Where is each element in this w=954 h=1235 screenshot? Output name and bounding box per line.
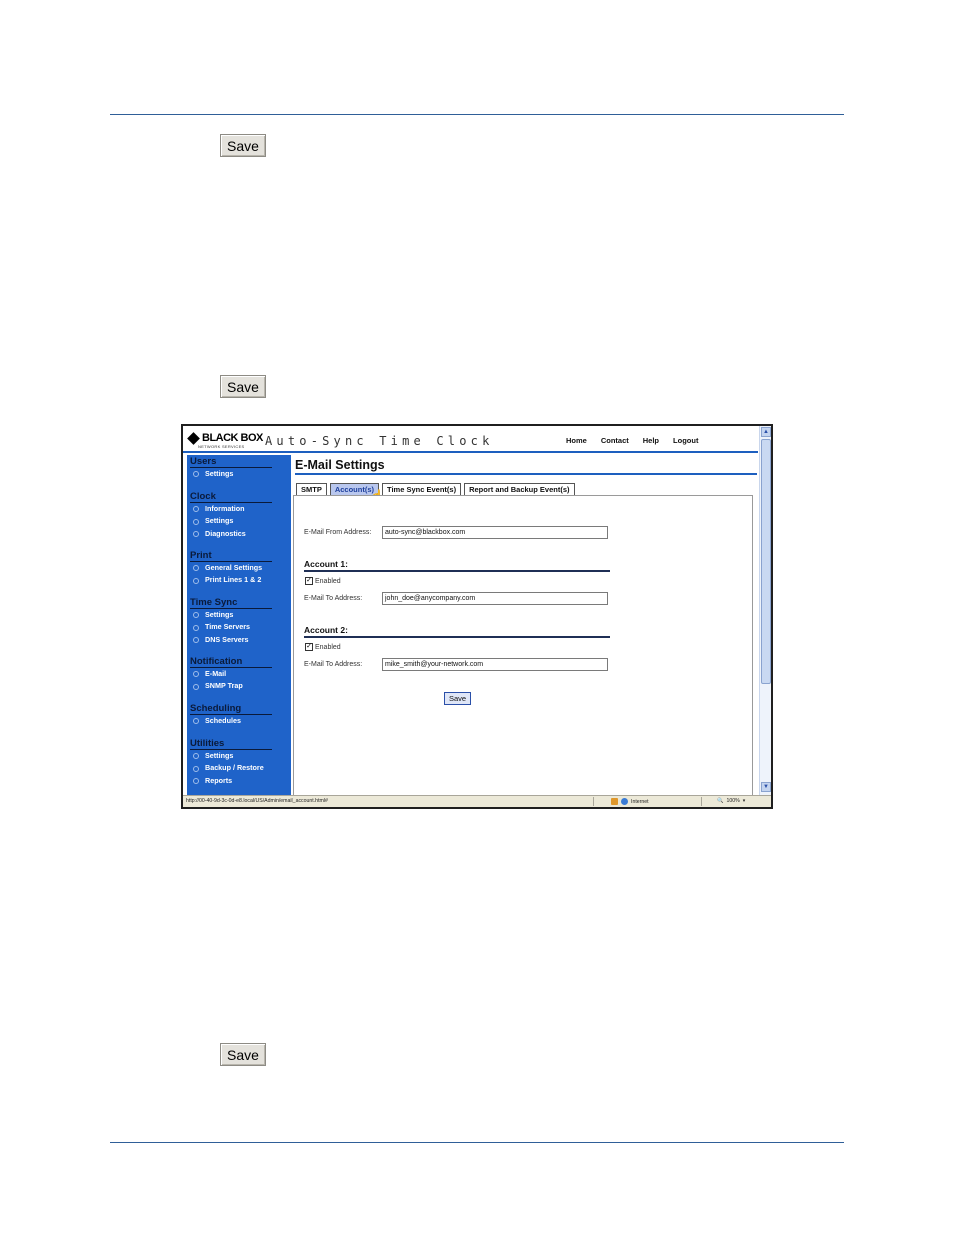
sidebar-group-clock: Clock Information Settings Diagnostics (190, 492, 272, 540)
account2-to-label: E-Mail To Address: (304, 661, 363, 668)
sidebar-item-users-settings[interactable]: Settings (190, 468, 272, 480)
bullet-icon (193, 471, 199, 478)
sidebar-item-backup-restore[interactable]: Backup / Restore (190, 762, 272, 774)
account1-enabled-checkbox[interactable]: ✓ (305, 577, 313, 585)
bullet-icon (193, 565, 199, 572)
account2-title: Account 2: (304, 625, 610, 638)
magnifier-icon: 🔍 (717, 798, 724, 804)
save-button-illustration-2[interactable]: Save (220, 375, 266, 398)
sidebar-group-notification: Notification E-Mail SNMP Trap (190, 657, 272, 693)
save-button-illustration-1[interactable]: Save (220, 134, 266, 157)
account1-enabled-label: Enabled (315, 578, 341, 585)
bullet-icon (193, 506, 199, 513)
tab-bar: SMTP Account(s) Time Sync Event(s) Repor… (296, 483, 578, 495)
status-divider (701, 797, 702, 806)
sidebar-item-utilities-settings[interactable]: Settings (190, 750, 272, 762)
account2-to-input[interactable]: mike_smith@your-network.com (382, 658, 608, 671)
vertical-scrollbar[interactable]: ▲ ▼ (759, 426, 771, 795)
sidebar-group-scheduling: Scheduling Schedules (190, 704, 272, 727)
bullet-icon (193, 718, 199, 725)
status-zone: Internet (611, 798, 649, 805)
email-settings-screenshot: BLACK BOX NETWORK SERVICES Auto-Sync Tim… (181, 424, 773, 809)
black-box-logo: BLACK BOX NETWORK SERVICES (187, 431, 263, 449)
account2-enabled-label: Enabled (315, 644, 341, 651)
account1-to-label: E-Mail To Address: (304, 595, 363, 602)
bullet-icon (193, 577, 199, 584)
header-rule (110, 114, 844, 115)
account2-enabled-checkbox[interactable]: ✓ (305, 643, 313, 651)
globe-icon (621, 798, 628, 805)
diamond-icon (187, 431, 200, 445)
bullet-icon (193, 671, 199, 678)
tab-smtp[interactable]: SMTP (296, 483, 327, 495)
sidebar-item-snmp-trap[interactable]: SNMP Trap (190, 680, 272, 692)
tab-time-sync-events[interactable]: Time Sync Event(s) (382, 483, 462, 495)
sidebar-item-dns-servers[interactable]: DNS Servers (190, 634, 272, 646)
save-button-illustration-3[interactable]: Save (220, 1043, 266, 1066)
sidebar-item-general-settings[interactable]: General Settings (190, 562, 272, 574)
bullet-icon (193, 612, 199, 619)
chevron-down-icon: ▾ (742, 798, 746, 804)
sidebar-group-print: Print General Settings Print Lines 1 & 2 (190, 551, 272, 587)
sidebar-group-utilities: Utilities Settings Backup / Restore Repo… (190, 739, 272, 787)
zoom-control[interactable]: 🔍 100% ▾ (717, 798, 745, 804)
sidebar-item-time-sync-settings[interactable]: Settings (190, 609, 272, 621)
scroll-thumb[interactable] (761, 439, 771, 684)
app-header: BLACK BOX NETWORK SERVICES Auto-Sync Tim… (183, 426, 758, 453)
bullet-icon (193, 531, 199, 538)
nav-contact[interactable]: Contact (601, 436, 629, 445)
account1-title: Account 1: (304, 559, 610, 572)
status-url: http://00-40-9d-3c-0d-e8.local/US/Admin/… (186, 798, 328, 804)
account1-to-input[interactable]: john_doe@anycompany.com (382, 592, 608, 605)
title-rule (295, 473, 757, 475)
bullet-icon (193, 518, 199, 525)
sidebar: Users Settings Clock Information Setting… (187, 455, 291, 795)
bullet-icon (193, 637, 199, 644)
page-icon (611, 798, 618, 805)
sidebar-item-time-servers[interactable]: Time Servers (190, 621, 272, 633)
top-nav: Home Contact Help Logout (566, 436, 712, 445)
sidebar-item-clock-settings[interactable]: Settings (190, 515, 272, 527)
bullet-icon (193, 624, 199, 631)
sidebar-item-reports[interactable]: Reports (190, 775, 272, 787)
sidebar-item-clock-diagnostics[interactable]: Diagnostics (190, 528, 272, 540)
footer-rule (110, 1142, 844, 1143)
browser-status-bar: http://00-40-9d-3c-0d-e8.local/US/Admin/… (183, 795, 771, 807)
app-title: Auto-Sync Time Clock (265, 434, 494, 448)
sidebar-group-time-sync: Time Sync Settings Time Servers DNS Serv… (190, 598, 272, 646)
status-divider (593, 797, 594, 806)
sidebar-item-clock-information[interactable]: Information (190, 503, 272, 515)
sidebar-group-users: Users Settings (190, 457, 272, 480)
sidebar-item-schedules[interactable]: Schedules (190, 715, 272, 727)
sidebar-item-print-lines[interactable]: Print Lines 1 & 2 (190, 574, 272, 586)
scroll-up-icon[interactable]: ▲ (761, 427, 771, 437)
scroll-down-icon[interactable]: ▼ (761, 782, 771, 792)
bullet-icon (193, 753, 199, 760)
page-title: E-Mail Settings (295, 458, 385, 472)
bullet-icon (193, 778, 199, 785)
nav-help[interactable]: Help (643, 436, 659, 445)
tab-report-backup-events[interactable]: Report and Backup Event(s) (464, 483, 575, 495)
from-address-label: E-Mail From Address: (304, 529, 372, 536)
nav-logout[interactable]: Logout (673, 436, 698, 445)
save-button[interactable]: Save (444, 692, 471, 705)
bullet-icon (193, 683, 199, 690)
sidebar-item-email[interactable]: E-Mail (190, 668, 272, 680)
accounts-panel: E-Mail From Address: auto-sync@blackbox.… (293, 495, 753, 800)
bullet-icon (193, 765, 199, 772)
nav-home[interactable]: Home (566, 436, 587, 445)
from-address-input[interactable]: auto-sync@blackbox.com (382, 526, 608, 539)
